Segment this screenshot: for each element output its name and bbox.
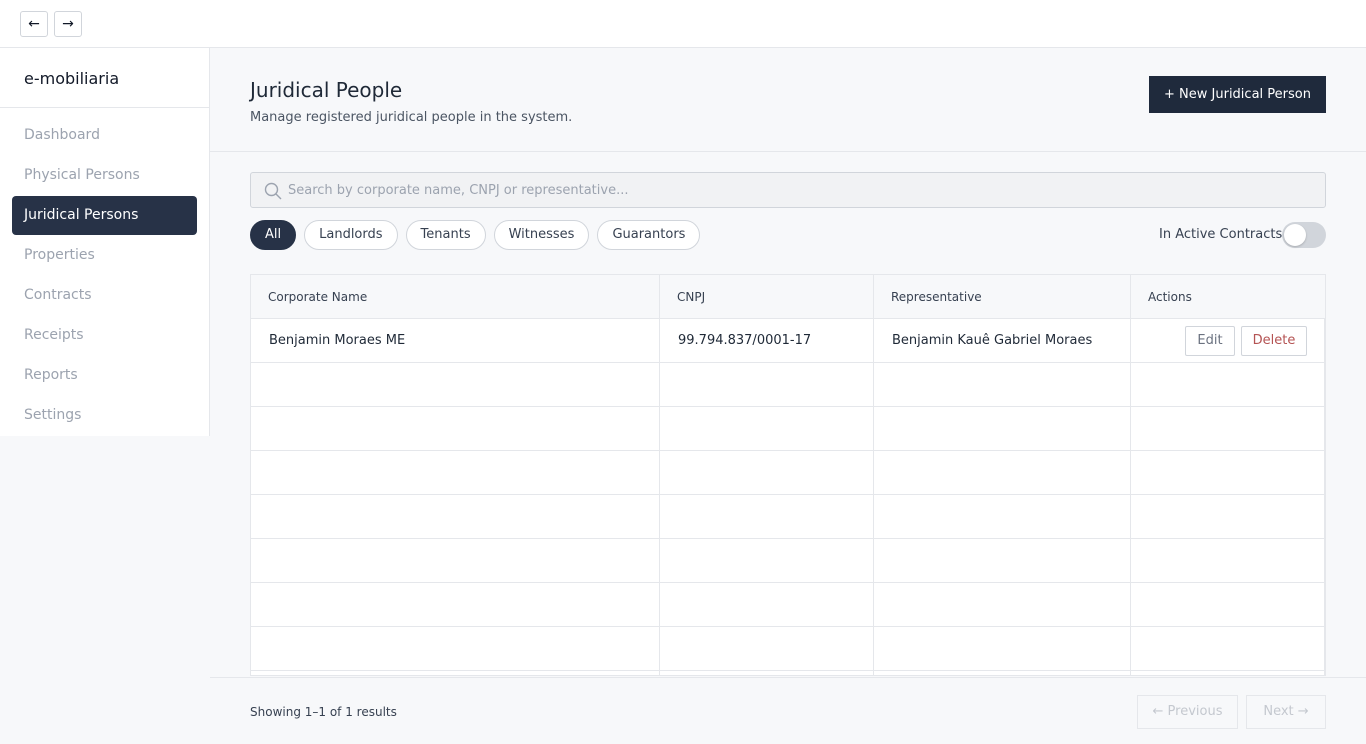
active-contracts-toggle-label: In Active Contracts — [1159, 227, 1283, 242]
sidebar: e-mobiliaria Dashboard Physical Persons … — [0, 48, 210, 436]
active-contracts-toggle[interactable] — [1282, 222, 1326, 248]
filter-chip-tenants[interactable]: Tenants — [405, 220, 486, 250]
cell-representative: Benjamin Kauê Gabriel Moraes — [874, 319, 1131, 362]
empty-row — [251, 539, 1325, 583]
sidebar-item-properties[interactable]: Properties — [12, 236, 197, 275]
filter-chip-witnesses[interactable]: Witnesses — [493, 220, 590, 250]
pagination-footer: Showing 1–1 of 1 results ← Previous Next… — [210, 677, 1366, 744]
juridical-people-table: Corporate Name CNPJ Representative Actio… — [250, 274, 1326, 676]
table-header: Corporate Name CNPJ Representative Actio… — [251, 275, 1325, 319]
page-subtitle: Manage registered juridical people in th… — [250, 110, 573, 125]
forward-button[interactable]: → — [54, 11, 82, 37]
column-header-actions: Actions — [1148, 290, 1192, 304]
search-icon — [264, 182, 282, 200]
sidebar-item-physical-persons[interactable]: Physical Persons — [12, 156, 197, 195]
delete-button[interactable]: Delete — [1241, 326, 1307, 356]
cell-actions: Edit Delete — [1131, 319, 1325, 362]
filter-chips: All Landlords Tenants Witnesses Guaranto… — [250, 220, 701, 250]
previous-page-button[interactable]: ← Previous — [1137, 695, 1238, 729]
sidebar-nav: Dashboard Physical Persons Juridical Per… — [0, 108, 209, 435]
empty-row — [251, 627, 1325, 671]
search-input[interactable] — [288, 173, 1308, 207]
empty-row — [251, 671, 1325, 675]
next-page-button[interactable]: Next → — [1246, 695, 1326, 729]
sidebar-item-dashboard[interactable]: Dashboard — [12, 116, 197, 155]
edit-button[interactable]: Edit — [1185, 326, 1235, 356]
sidebar-item-contracts[interactable]: Contracts — [12, 276, 197, 315]
top-bar: ← → — [0, 0, 1366, 48]
page-header: Juridical People Manage registered jurid… — [210, 48, 1366, 152]
empty-row — [251, 583, 1325, 627]
filter-chip-guarantors[interactable]: Guarantors — [597, 220, 701, 250]
back-button[interactable]: ← — [20, 11, 48, 37]
table-row[interactable]: Benjamin Moraes ME 99.794.837/0001-17 Be… — [251, 319, 1325, 363]
filter-chip-all[interactable]: All — [250, 220, 297, 250]
filter-chip-landlords[interactable]: Landlords — [304, 220, 398, 250]
empty-row — [251, 451, 1325, 495]
sidebar-item-reports[interactable]: Reports — [12, 356, 197, 395]
column-header-corporate-name[interactable]: Corporate Name — [251, 275, 660, 318]
toggle-knob — [1284, 224, 1306, 246]
search-box — [250, 172, 1326, 208]
sidebar-item-receipts[interactable]: Receipts — [12, 316, 197, 355]
page-title: Juridical People — [250, 78, 403, 102]
column-header-representative[interactable]: Representative — [874, 275, 1131, 318]
sidebar-item-juridical-persons[interactable]: Juridical Persons — [12, 196, 197, 235]
brand-logo-text: e-mobiliaria — [0, 48, 209, 108]
new-juridical-person-button[interactable]: + New Juridical Person — [1149, 76, 1326, 113]
empty-row — [251, 407, 1325, 451]
column-header-cnpj[interactable]: CNPJ — [660, 275, 874, 318]
cell-corporate-name: Benjamin Moraes ME — [251, 319, 660, 362]
results-count: Showing 1–1 of 1 results — [250, 705, 397, 719]
cell-cnpj: 99.794.837/0001-17 — [660, 319, 874, 362]
sidebar-item-settings[interactable]: Settings — [12, 396, 197, 435]
empty-row — [251, 495, 1325, 539]
empty-row — [251, 363, 1325, 407]
